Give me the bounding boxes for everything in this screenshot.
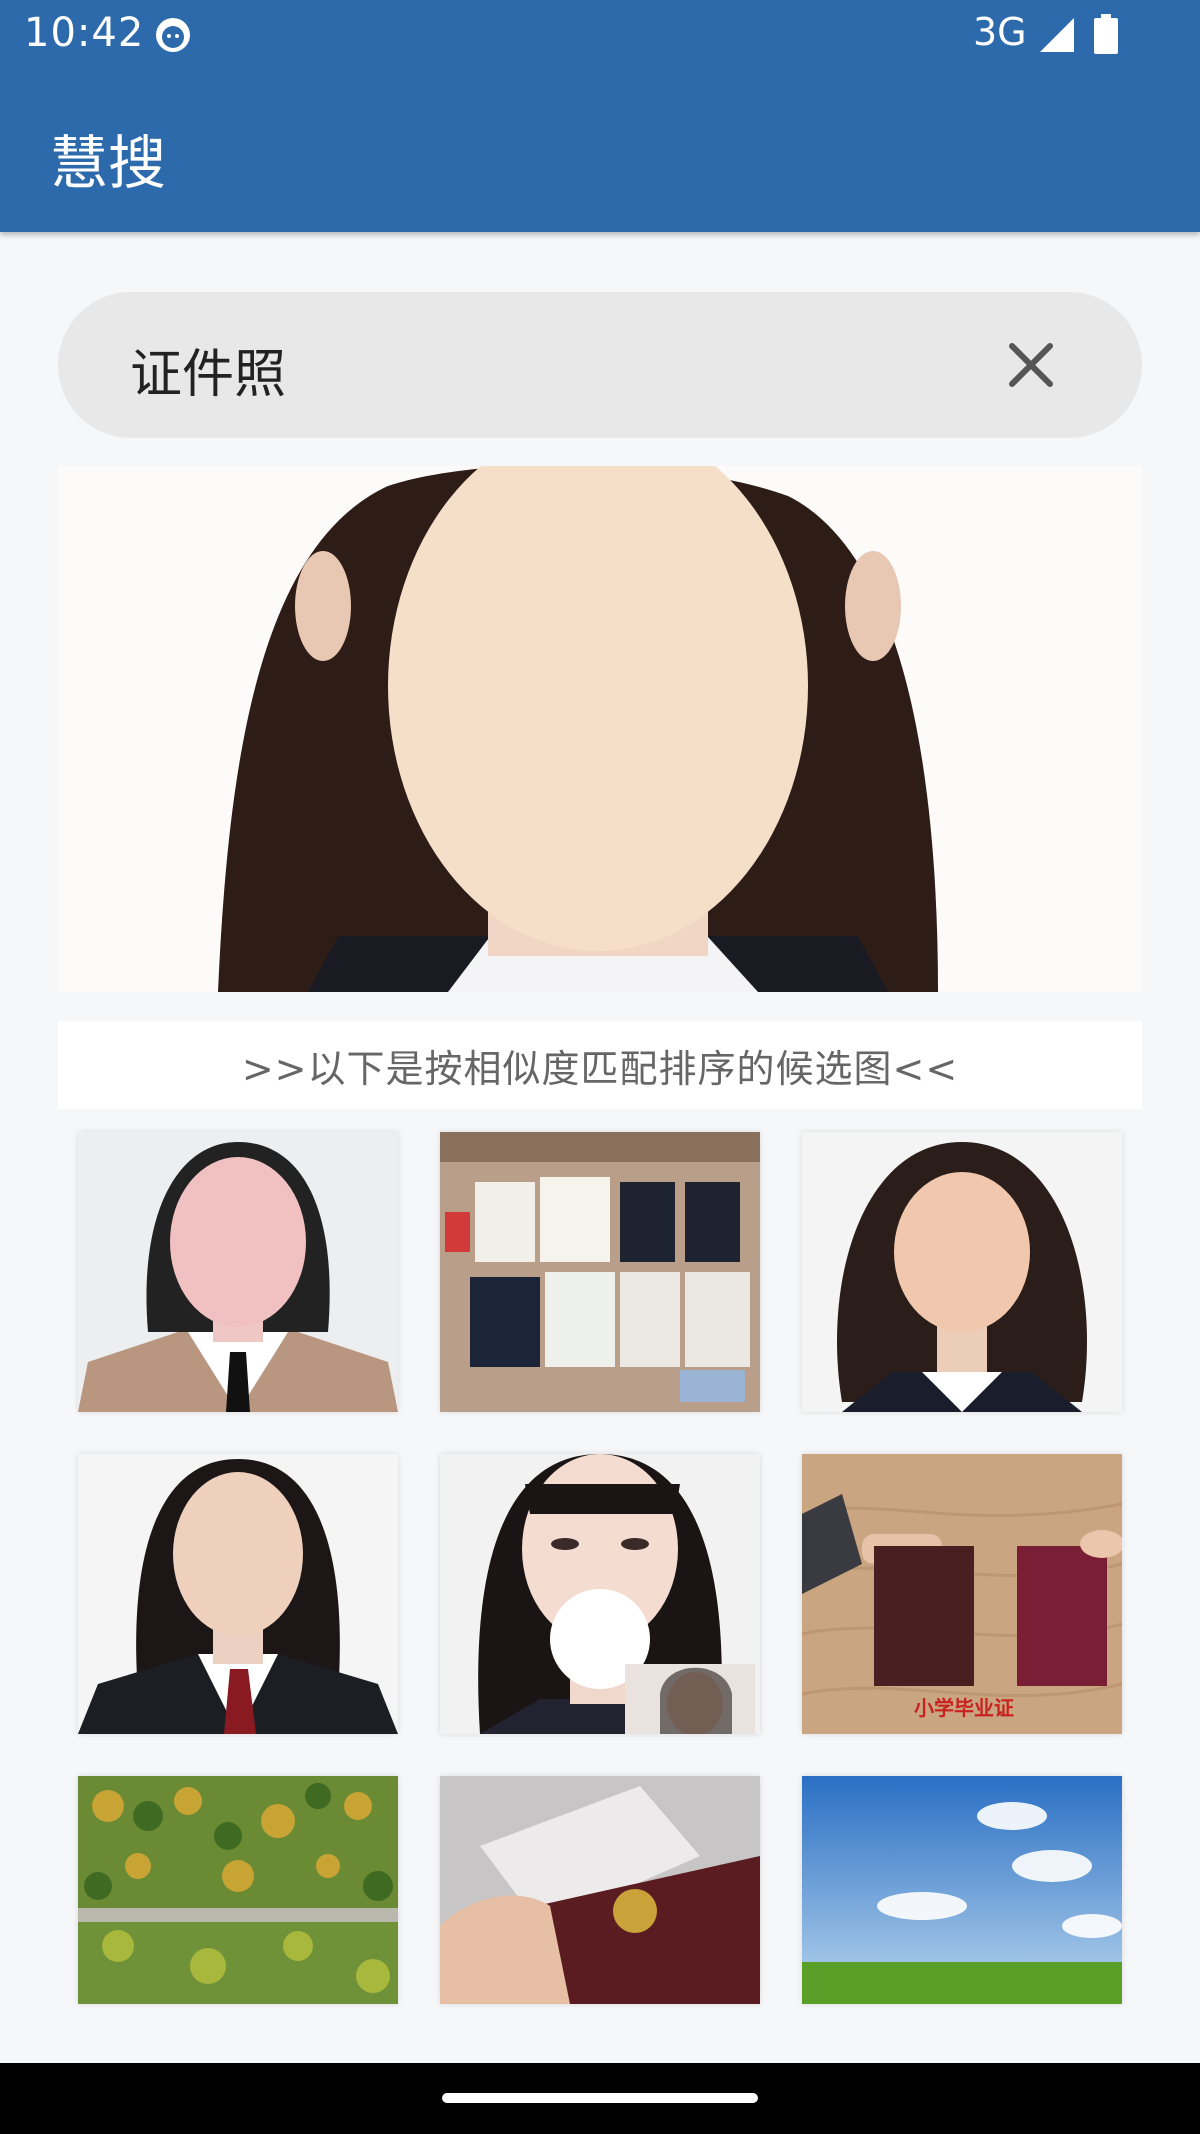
thumbnail-overlay-text: 小学毕业证 [914, 1696, 1014, 1720]
sky-photo-icon [802, 1776, 1122, 2004]
result-thumbnail[interactable] [440, 1454, 760, 1734]
query-image [58, 466, 1142, 992]
portrait-photo-icon [78, 1454, 398, 1734]
app-notification-icon [156, 18, 190, 52]
status-bar: 10:42 3G [0, 0, 1200, 70]
portrait-photo-icon [802, 1132, 1122, 1412]
network-type: 3G [973, 10, 1027, 54]
forest-photo-icon [78, 1776, 398, 2004]
result-thumbnail[interactable] [78, 1454, 398, 1734]
documents-photo-icon [440, 1132, 760, 1412]
home-gesture-handle[interactable] [442, 2093, 758, 2103]
results-caption-text: >>以下是按相似度匹配排序的候选图<< [241, 1046, 959, 1091]
result-thumbnail[interactable] [78, 1776, 398, 2004]
result-thumbnail[interactable]: 小学毕业证 [802, 1454, 1122, 1734]
result-thumbnail[interactable] [440, 1776, 760, 2004]
portrait-photo-icon [58, 466, 1142, 992]
battery-icon [1094, 14, 1118, 54]
signal-icon [1040, 18, 1074, 52]
result-thumbnail[interactable] [78, 1132, 398, 1412]
result-thumbnail[interactable] [440, 1132, 760, 1412]
close-icon[interactable] [998, 332, 1064, 398]
result-thumbnail[interactable] [802, 1776, 1122, 2004]
app-bar: 慧搜 [0, 70, 1200, 232]
result-thumbnail[interactable] [802, 1132, 1122, 1412]
portrait-photo-icon [440, 1454, 760, 1734]
status-time: 10:42 [24, 10, 145, 56]
search-box[interactable]: 证件照 [58, 292, 1142, 438]
app-title: 慧搜 [50, 129, 167, 197]
portrait-photo-icon [78, 1132, 398, 1412]
id-card-photo-icon [440, 1776, 760, 2004]
navigation-bar [0, 2063, 1200, 2134]
search-input[interactable]: 证件照 [130, 332, 286, 407]
results-caption: >>以下是按相似度匹配排序的候选图<< [58, 1021, 1142, 1109]
